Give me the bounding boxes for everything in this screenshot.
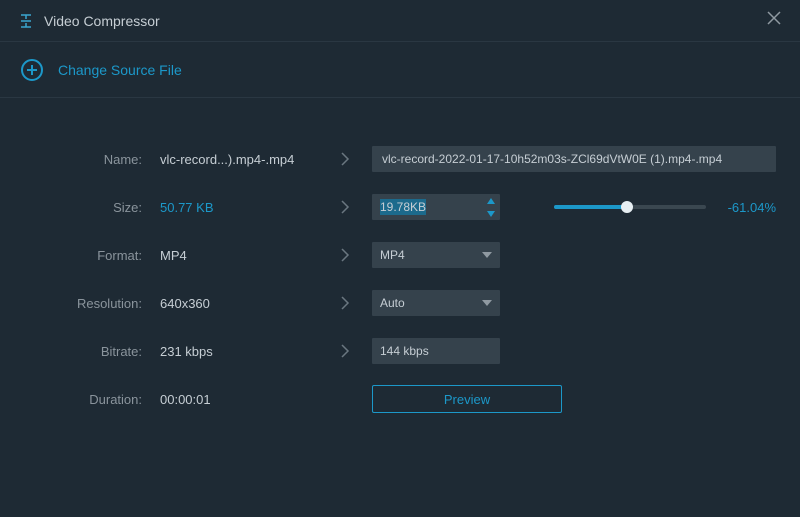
chevron-down-icon (482, 300, 492, 306)
source-duration: 00:00:01 (160, 392, 318, 407)
preview-button[interactable]: Preview (372, 385, 562, 413)
source-bitrate: 231 kbps (160, 344, 318, 359)
chevron-down-icon (482, 252, 492, 258)
arrow-icon (318, 151, 372, 167)
format-select[interactable]: MP4 (372, 242, 500, 268)
label-bitrate: Bitrate: (24, 344, 160, 359)
close-button[interactable] (762, 6, 786, 35)
arrow-icon (318, 247, 372, 263)
form: Name: vlc-record...).mp4-.mp4 vlc-record… (0, 98, 800, 412)
resolution-select-value: Auto (380, 296, 482, 310)
row-size: Size: 50.77 KB 19.78KB -61.04% (24, 194, 776, 220)
label-format: Format: (24, 248, 160, 263)
arrow-icon (318, 343, 372, 359)
titlebar: Video Compressor (0, 0, 800, 42)
source-name: vlc-record...).mp4-.mp4 (160, 152, 318, 167)
size-up-button[interactable] (482, 194, 500, 207)
window-title: Video Compressor (44, 13, 762, 29)
label-resolution: Resolution: (24, 296, 160, 311)
add-icon[interactable] (20, 58, 44, 82)
size-down-button[interactable] (482, 207, 500, 220)
size-slider-thumb[interactable] (621, 201, 633, 213)
row-resolution: Resolution: 640x360 Auto (24, 290, 776, 316)
subheader: Change Source File (0, 42, 800, 98)
source-resolution: 640x360 (160, 296, 318, 311)
row-bitrate: Bitrate: 231 kbps 144 kbps (24, 338, 776, 364)
change-source-link[interactable]: Change Source File (58, 62, 182, 78)
row-name: Name: vlc-record...).mp4-.mp4 vlc-record… (24, 146, 776, 172)
size-stepper[interactable]: 19.78KB (372, 194, 500, 220)
size-slider[interactable] (554, 205, 706, 209)
label-name: Name: (24, 152, 160, 167)
size-percent: -61.04% (720, 200, 776, 215)
size-slider-wrap: -61.04% (500, 200, 776, 215)
label-duration: Duration: (24, 392, 160, 407)
format-select-value: MP4 (380, 248, 482, 262)
dest-bitrate-input[interactable]: 144 kbps (372, 338, 500, 364)
dest-name-input[interactable]: vlc-record-2022-01-17-10h52m03s-ZCl69dVt… (372, 146, 776, 172)
label-size: Size: (24, 200, 160, 215)
source-size: 50.77 KB (160, 200, 318, 215)
app-icon (18, 13, 34, 29)
arrow-icon (318, 295, 372, 311)
source-format: MP4 (160, 248, 318, 263)
resolution-select[interactable]: Auto (372, 290, 500, 316)
arrow-icon (318, 199, 372, 215)
size-stepper-value[interactable]: 19.78KB (372, 194, 482, 220)
row-duration: Duration: 00:00:01 Preview (24, 386, 776, 412)
row-format: Format: MP4 MP4 (24, 242, 776, 268)
size-slider-fill (554, 205, 627, 209)
